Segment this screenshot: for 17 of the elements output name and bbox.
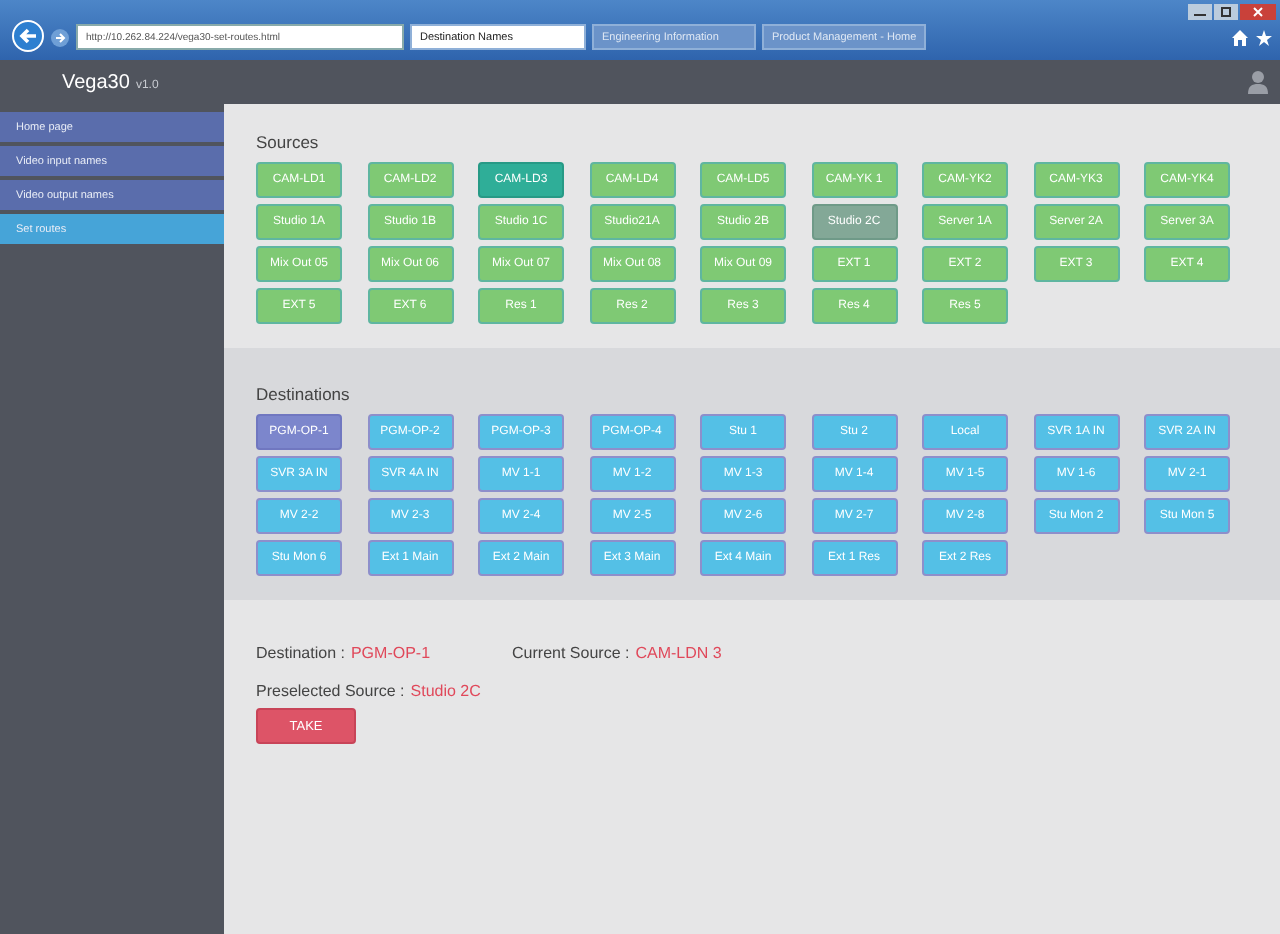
info-value: CAM-LDN 3 [635, 644, 722, 662]
info-value: Studio 2C [410, 682, 481, 700]
section-heading: Sources [256, 132, 321, 152]
info-value: PGM-OP-1 [350, 644, 431, 662]
info-label: Destination : [256, 644, 345, 662]
section-heading: Destinations [256, 384, 352, 404]
back-icon[interactable] [12, 20, 44, 52]
minimize-icon[interactable] [1188, 4, 1212, 20]
home-icon[interactable] [1232, 30, 1248, 46]
info-label: Preselected Source : [256, 682, 405, 700]
info-label: Current Source : [512, 644, 630, 662]
user-icon[interactable] [1248, 70, 1268, 94]
close-icon[interactable] [1240, 4, 1276, 20]
star-icon[interactable] [1256, 30, 1272, 46]
app-title: Vega30 [62, 71, 130, 93]
restore-icon[interactable] [1214, 4, 1238, 20]
forward-icon[interactable] [50, 28, 70, 48]
